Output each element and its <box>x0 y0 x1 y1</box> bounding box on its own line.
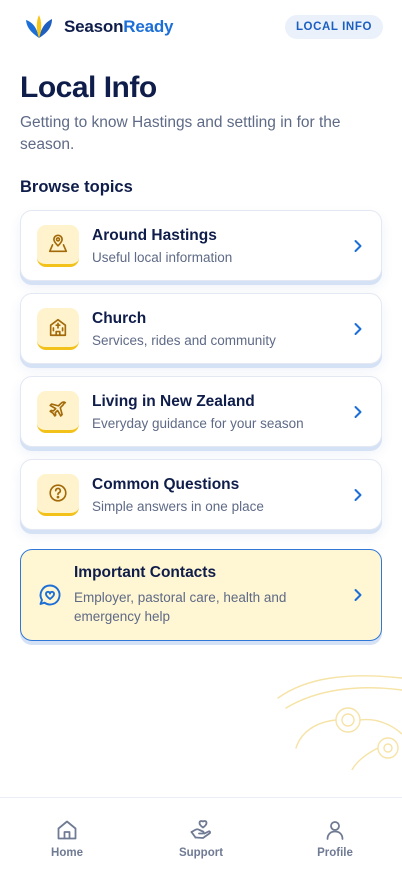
nav-home[interactable]: Home <box>17 818 117 859</box>
brand-name-season: Season <box>64 17 124 36</box>
support-hand-icon <box>190 820 212 839</box>
section-heading: Browse topics <box>20 178 133 196</box>
topic-list: Around Hastings Useful local information… <box>20 210 382 542</box>
chevron-right-icon <box>354 239 362 252</box>
important-contacts-card[interactable]: Important Contacts Employer, pastoral ca… <box>20 549 382 641</box>
app-header: SeasonReady LOCAL INFO <box>0 0 402 54</box>
chevron-right-icon <box>354 405 362 418</box>
brand[interactable]: SeasonReady <box>24 14 174 40</box>
nav-profile[interactable]: Profile <box>285 818 385 859</box>
nav-support[interactable]: Support <box>151 818 251 859</box>
page-subtitle: Getting to know Hastings and settling in… <box>20 114 341 153</box>
topic-card-title: Church <box>92 309 147 327</box>
nav-label: Profile <box>317 847 353 859</box>
topic-card-title: Around Hastings <box>92 226 217 244</box>
topic-card-title: Common Questions <box>92 475 240 493</box>
church-icon <box>37 307 79 350</box>
nav-label: Home <box>51 847 83 859</box>
contacts-title: Important Contacts <box>74 564 217 581</box>
topic-card-common-questions[interactable]: Common Questions Simple answers in one p… <box>20 459 382 530</box>
chevron-right-icon <box>354 589 362 601</box>
topic-card-around-hastings[interactable]: Around Hastings Useful local information <box>20 210 382 281</box>
topic-card-desc: Useful local information <box>92 249 233 265</box>
page-title: Local Info <box>20 71 157 104</box>
chevron-right-icon <box>354 322 362 335</box>
leaf-logo-icon <box>26 15 52 38</box>
person-icon <box>326 821 344 840</box>
heart-chat-icon <box>39 584 61 606</box>
section-badge: LOCAL INFO <box>284 15 383 39</box>
topic-card-living-in-nz[interactable]: Living in New Zealand Everyday guidance … <box>20 376 382 447</box>
chevron-right-icon <box>354 488 362 501</box>
map-pin-icon <box>37 224 79 267</box>
topic-card-church[interactable]: Church Services, rides and community <box>20 293 382 364</box>
brand-name: SeasonReady <box>64 17 174 37</box>
bottom-nav: Home Support Profile <box>0 797 402 874</box>
question-icon <box>37 473 79 516</box>
nav-label: Support <box>178 847 224 859</box>
topic-card-title: Living in New Zealand <box>92 392 255 410</box>
topic-card-desc: Everyday guidance for your season <box>92 415 304 431</box>
topic-card-desc: Simple answers in one place <box>92 498 264 514</box>
airplane-icon <box>37 390 79 433</box>
contacts-desc: Employer, pastoral care, health and emer… <box>74 590 287 624</box>
topic-card-desc: Services, rides and community <box>92 332 276 348</box>
decorative-swirl <box>277 675 402 770</box>
home-icon <box>57 820 77 840</box>
brand-name-ready: Ready <box>123 17 174 36</box>
